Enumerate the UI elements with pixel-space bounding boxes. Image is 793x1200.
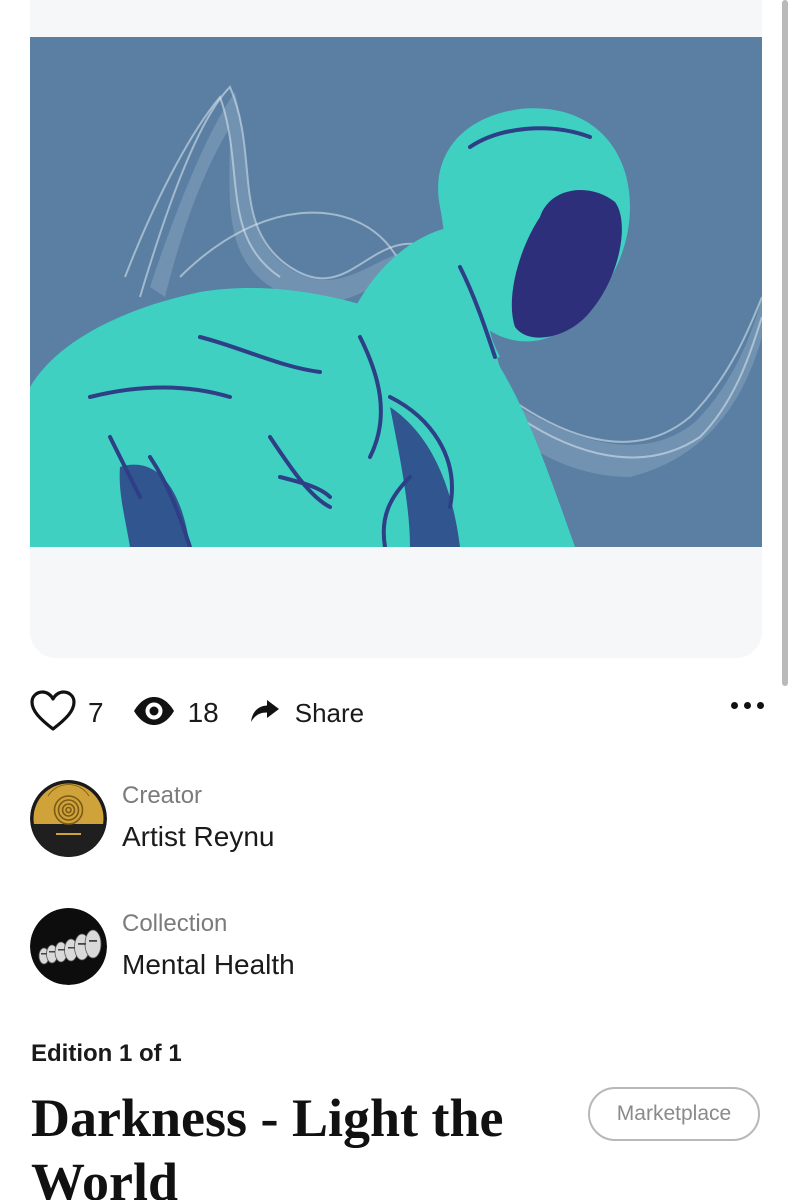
marketplace-button[interactable]: Marketplace: [588, 1087, 760, 1141]
collection-row[interactable]: Collection Mental Health: [30, 908, 295, 985]
artwork-image[interactable]: [30, 37, 762, 547]
like-count: 7: [88, 697, 104, 728]
views-indicator: 18: [132, 695, 219, 732]
creator-avatar[interactable]: [30, 780, 107, 857]
collection-avatar[interactable]: [30, 908, 107, 985]
like-button[interactable]: 7: [30, 689, 104, 737]
share-label: Share: [294, 697, 365, 728]
artwork-title: Darkness - Light the World: [31, 1088, 504, 1200]
more-dot: [757, 702, 764, 709]
creator-label: Creator: [122, 781, 203, 809]
more-dot: [744, 702, 751, 709]
view-count: 18: [187, 697, 219, 728]
heart-icon: [30, 689, 76, 737]
scrollbar[interactable]: [782, 0, 788, 686]
action-bar: 7 18 Share: [30, 688, 770, 738]
creator-row[interactable]: Creator Artist Reynu: [30, 780, 275, 857]
share-button[interactable]: Share: [249, 698, 364, 729]
more-options-button[interactable]: [731, 702, 764, 709]
more-dots-icon: [731, 702, 738, 709]
share-arrow-icon: [249, 698, 281, 729]
creator-name-link[interactable]: Artist Reynu: [122, 817, 275, 857]
artwork-illustration: [30, 37, 762, 547]
edition-info: Edition 1 of 1: [31, 1040, 182, 1067]
collection-label: Collection: [122, 909, 228, 937]
nft-detail-page: 7 18 Share Creator Artist Reynu Collecti…: [0, 0, 793, 1200]
eye-icon: [132, 695, 176, 732]
collection-name-link[interactable]: Mental Health: [122, 945, 295, 985]
